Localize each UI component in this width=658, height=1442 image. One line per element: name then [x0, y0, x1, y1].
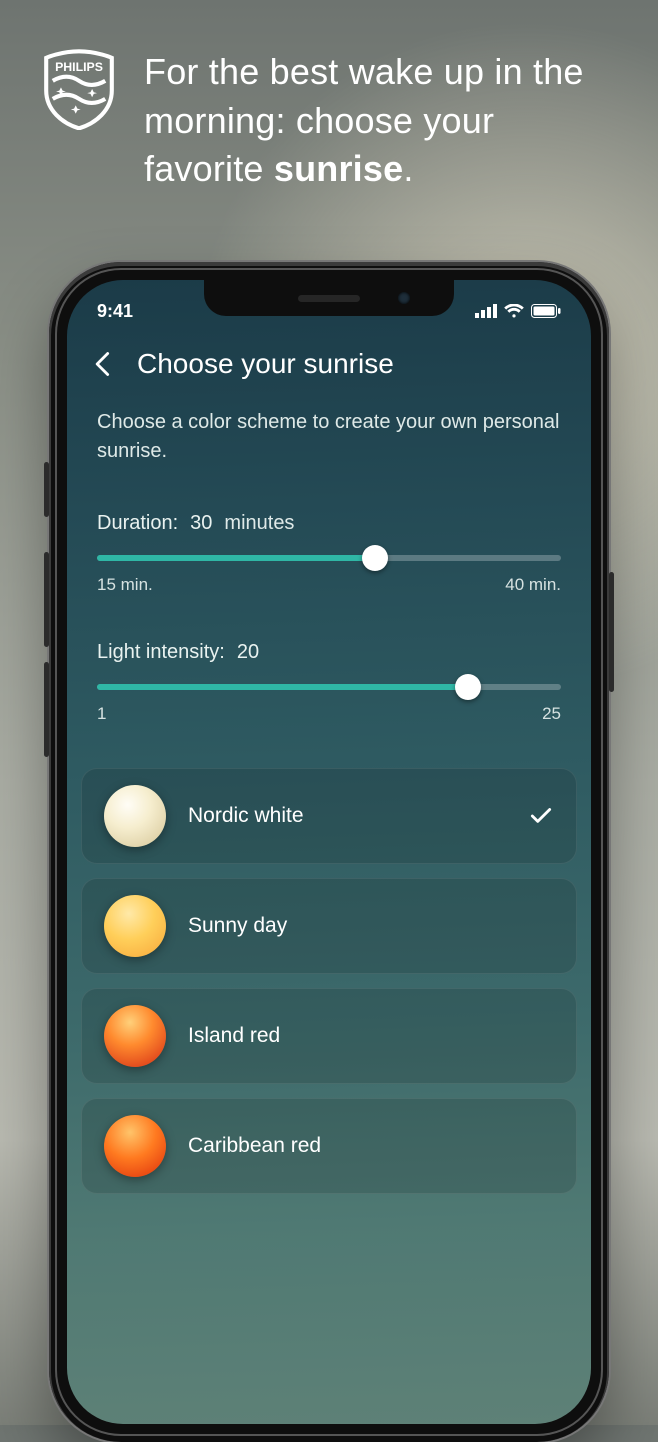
philips-logo: PHILIPS: [38, 48, 120, 130]
cellular-icon: [475, 304, 497, 318]
duration-slider[interactable]: [97, 555, 561, 561]
intensity-slider[interactable]: [97, 684, 561, 690]
duration-value: 30: [190, 512, 212, 535]
intensity-value: 20: [237, 641, 259, 664]
color-option[interactable]: Sunny day: [81, 878, 577, 974]
duration-min: 15 min.: [97, 575, 153, 595]
color-swatch: [104, 895, 166, 957]
intensity-label: Light intensity:: [97, 641, 225, 664]
page-title: Choose your sunrise: [137, 348, 394, 380]
color-swatch: [104, 785, 166, 847]
color-swatch: [104, 1115, 166, 1177]
duration-unit: minutes: [224, 512, 294, 535]
color-option-label: Sunny day: [188, 914, 554, 938]
color-option-label: Caribbean red: [188, 1134, 554, 1158]
battery-icon: [531, 304, 561, 318]
color-option[interactable]: Caribbean red: [81, 1098, 577, 1194]
duration-label: Duration:: [97, 512, 178, 535]
status-time: 9:41: [97, 301, 133, 322]
color-option-label: Island red: [188, 1024, 554, 1048]
check-icon: [528, 803, 554, 829]
back-icon[interactable]: [89, 350, 117, 378]
intensity-max: 25: [542, 704, 561, 724]
color-option[interactable]: Nordic white: [81, 768, 577, 864]
color-option[interactable]: Island red: [81, 988, 577, 1084]
duration-section: Duration: 30 minutes 15 min. 40 min.: [97, 512, 561, 595]
intensity-min: 1: [97, 704, 106, 724]
color-option-label: Nordic white: [188, 804, 506, 828]
color-swatch: [104, 1005, 166, 1067]
marketing-headline: For the best wake up in the morning: cho…: [144, 48, 620, 194]
duration-max: 40 min.: [505, 575, 561, 595]
intensity-section: Light intensity: 20 1 25: [97, 641, 561, 724]
svg-text:PHILIPS: PHILIPS: [55, 60, 103, 74]
phone-mockup: 9:41 Choose your sunrise Choose a color …: [49, 262, 609, 1442]
wifi-icon: [504, 304, 524, 318]
intro-text: Choose a color scheme to create your own…: [97, 408, 561, 466]
